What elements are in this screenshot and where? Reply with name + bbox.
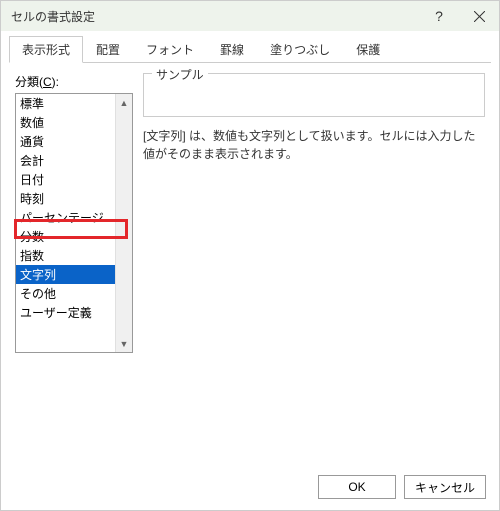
tab-fill[interactable]: 塗りつぶし: [257, 36, 343, 63]
list-item[interactable]: パーセンテージ: [16, 208, 115, 227]
close-icon: [474, 11, 485, 22]
tab-protection[interactable]: 保護: [343, 36, 393, 63]
category-listbox-items: 標準 数値 通貨 会計 日付 時刻 パーセンテージ 分数 指数 文字列 その他 …: [16, 94, 115, 352]
list-item[interactable]: その他: [16, 284, 115, 303]
tab-border[interactable]: 罫線: [207, 36, 257, 63]
category-label: 分類(C):: [15, 73, 133, 90]
close-button[interactable]: [459, 1, 499, 31]
dialog-buttons: OK キャンセル: [318, 475, 486, 499]
titlebar: セルの書式設定 ?: [1, 1, 499, 31]
list-item[interactable]: 通貨: [16, 132, 115, 151]
category-listbox[interactable]: 標準 数値 通貨 会計 日付 時刻 パーセンテージ 分数 指数 文字列 その他 …: [15, 93, 133, 353]
cancel-button[interactable]: キャンセル: [404, 475, 486, 499]
tab-panel: 分類(C): 標準 数値 通貨 会計 日付 時刻 パーセンテージ 分数 指数 文…: [1, 63, 499, 353]
tab-number-format[interactable]: 表示形式: [9, 36, 83, 63]
sample-preview: サンプル: [143, 73, 485, 117]
listbox-scrollbar[interactable]: ▲ ▼: [115, 94, 132, 352]
sample-label: サンプル: [152, 66, 208, 83]
list-item[interactable]: 文字列: [16, 265, 115, 284]
window-title: セルの書式設定: [11, 8, 419, 25]
scroll-down-icon[interactable]: ▼: [116, 335, 132, 352]
format-description: [文字列] は、数値も文字列として扱います。セルには入力した値がそのまま表示され…: [143, 127, 485, 163]
list-item[interactable]: 会計: [16, 151, 115, 170]
tabs: 表示形式 配置 フォント 罫線 塗りつぶし 保護: [9, 35, 491, 63]
list-item[interactable]: 指数: [16, 246, 115, 265]
tab-alignment[interactable]: 配置: [83, 36, 133, 63]
ok-button[interactable]: OK: [318, 475, 396, 499]
help-button[interactable]: ?: [419, 1, 459, 31]
list-item[interactable]: 数値: [16, 113, 115, 132]
list-item[interactable]: ユーザー定義: [16, 303, 115, 322]
list-item[interactable]: 時刻: [16, 189, 115, 208]
list-item[interactable]: 日付: [16, 170, 115, 189]
tab-font[interactable]: フォント: [133, 36, 207, 63]
scroll-up-icon[interactable]: ▲: [116, 94, 132, 111]
list-item[interactable]: 分数: [16, 227, 115, 246]
list-item[interactable]: 標準: [16, 94, 115, 113]
